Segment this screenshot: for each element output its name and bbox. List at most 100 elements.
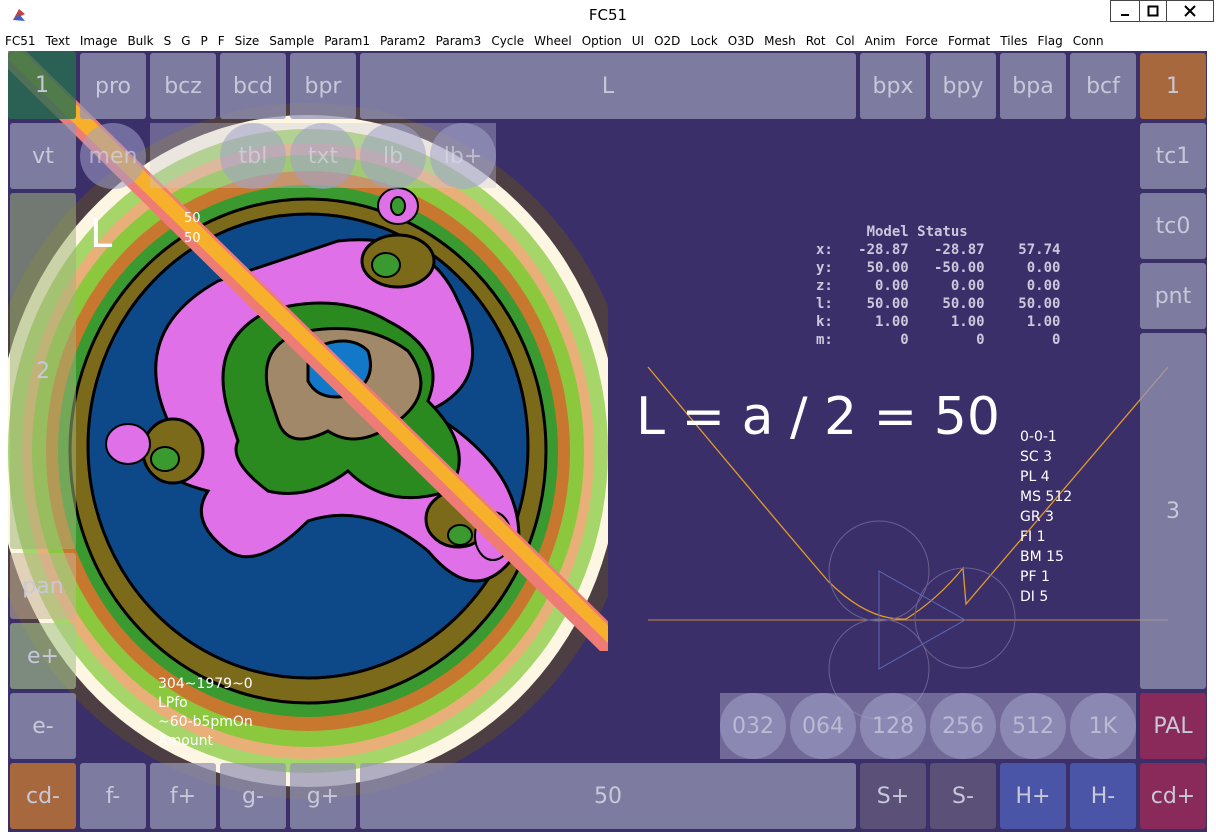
- param-line: BM 15: [1020, 549, 1064, 565]
- menu-item-image[interactable]: Image: [75, 34, 123, 48]
- S-plus-button[interactable]: S+: [860, 763, 926, 829]
- menu-item-p[interactable]: P: [196, 34, 213, 48]
- menu-item-param3[interactable]: Param3: [431, 34, 487, 48]
- menu-item-bulk[interactable]: Bulk: [122, 34, 158, 48]
- param-line: MS 512: [1020, 489, 1073, 505]
- menu-item-text[interactable]: Text: [41, 34, 75, 48]
- menu-item-option[interactable]: Option: [577, 34, 627, 48]
- menu-item-flag[interactable]: Flag: [1033, 34, 1068, 48]
- bpx-button[interactable]: bpx: [860, 53, 926, 119]
- button-2-left[interactable]: 2: [10, 193, 76, 549]
- res-1K-button[interactable]: 1K: [1070, 693, 1136, 759]
- button-1-topleft[interactable]: 1: [8, 51, 76, 119]
- button-label: 1: [35, 72, 49, 98]
- info-line: 304~1979~0: [158, 676, 253, 692]
- bcz-button[interactable]: bcz: [150, 53, 216, 119]
- button-label: H-: [1090, 783, 1116, 809]
- menu-item-param2[interactable]: Param2: [375, 34, 431, 48]
- button-label: tc0: [1155, 213, 1191, 239]
- g-minus-button[interactable]: g-: [220, 763, 286, 829]
- bpa-button[interactable]: bpa: [1000, 53, 1066, 119]
- PAL-button[interactable]: PAL: [1140, 693, 1206, 759]
- button-1-topright[interactable]: 1: [1140, 53, 1206, 119]
- button-label: pro: [95, 73, 131, 99]
- L-slider-button[interactable]: L: [360, 53, 856, 119]
- menu-item-col[interactable]: Col: [831, 34, 860, 48]
- lb-circle-button[interactable]: lb: [360, 123, 426, 189]
- menu-item-g[interactable]: G: [176, 34, 195, 48]
- menu-item-conn[interactable]: Conn: [1068, 34, 1109, 48]
- txt-circle-button[interactable]: txt: [290, 123, 356, 189]
- bpr-button[interactable]: bpr: [290, 53, 356, 119]
- bcf-button[interactable]: bcf: [1070, 53, 1136, 119]
- circle-label: 256: [942, 713, 984, 739]
- tc0-button[interactable]: tc0: [1140, 193, 1206, 259]
- f-minus-button[interactable]: f-: [80, 763, 146, 829]
- main-canvas[interactable]: 1 pro bcz bcd bpr L bpx bpy bpa bcf 1 vt…: [8, 51, 1207, 832]
- pnt-button[interactable]: pnt: [1140, 263, 1206, 329]
- f-plus-button[interactable]: f+: [150, 763, 216, 829]
- H-plus-button[interactable]: H+: [1000, 763, 1066, 829]
- e-minus-button[interactable]: e-: [10, 693, 76, 759]
- menu-item-cycle[interactable]: Cycle: [486, 34, 529, 48]
- res-064-button[interactable]: 064: [790, 693, 856, 759]
- minimize-icon: [1121, 14, 1129, 16]
- menu-item-fc51[interactable]: FC51: [0, 34, 41, 48]
- maximize-button[interactable]: [1139, 0, 1167, 22]
- menu-item-o2d[interactable]: O2D: [649, 34, 685, 48]
- circle-label: 1K: [1088, 713, 1118, 739]
- minimize-button[interactable]: [1110, 0, 1140, 22]
- button-3-right[interactable]: 3: [1140, 333, 1206, 689]
- pan-button[interactable]: pan: [10, 553, 76, 619]
- menu-item-size[interactable]: Size: [230, 34, 265, 48]
- menu-item-sample[interactable]: Sample: [264, 34, 319, 48]
- menu-item-ui[interactable]: UI: [627, 34, 649, 48]
- value-slider[interactable]: 50: [360, 763, 856, 829]
- g-plus-button[interactable]: g+: [290, 763, 356, 829]
- res-128-button[interactable]: 128: [860, 693, 926, 759]
- menu-item-anim[interactable]: Anim: [860, 34, 901, 48]
- menu-item-s[interactable]: S: [159, 34, 177, 48]
- menu-item-o3d[interactable]: O3D: [723, 34, 759, 48]
- menu-item-format[interactable]: Format: [943, 34, 995, 48]
- maximize-icon: [1147, 5, 1159, 17]
- param-line: PL 4: [1020, 469, 1050, 485]
- bpy-button[interactable]: bpy: [930, 53, 996, 119]
- men-circle-button[interactable]: men: [80, 123, 146, 189]
- menu-item-force[interactable]: Force: [900, 34, 942, 48]
- button-label: bcz: [164, 73, 202, 99]
- pro-button[interactable]: pro: [80, 53, 146, 119]
- menu-item-wheel[interactable]: Wheel: [529, 34, 577, 48]
- menu-item-lock[interactable]: Lock: [685, 34, 722, 48]
- menu-item-tiles[interactable]: Tiles: [995, 34, 1032, 48]
- res-256-button[interactable]: 256: [930, 693, 996, 759]
- button-label: cd+: [1150, 783, 1196, 809]
- H-minus-button[interactable]: H-: [1070, 763, 1136, 829]
- e-plus-button[interactable]: e+: [10, 623, 76, 689]
- button-label: bpx: [872, 73, 914, 99]
- menu-item-f[interactable]: F: [213, 34, 230, 48]
- lb-plus-circle-button[interactable]: lb+: [430, 123, 496, 189]
- menu-item-mesh[interactable]: Mesh: [759, 34, 801, 48]
- cd-minus-button[interactable]: cd-: [10, 763, 76, 829]
- button-label: L: [601, 73, 615, 99]
- param-line: SC 3: [1020, 449, 1053, 465]
- res-032-button[interactable]: 032: [720, 693, 786, 759]
- vt-button[interactable]: vt: [10, 123, 76, 189]
- close-button[interactable]: [1166, 0, 1214, 22]
- res-512-button[interactable]: 512: [1000, 693, 1066, 759]
- tc1-button[interactable]: tc1: [1140, 123, 1206, 189]
- params-list: 0-0-1 SC 3 PL 4 MS 512 GR 3 FI 1 BM 15 PF 1 DI 5: [1020, 427, 1072, 607]
- menu-item-rot[interactable]: Rot: [801, 34, 831, 48]
- slider-value: 50: [594, 783, 622, 809]
- menu-item-param1[interactable]: Param1: [319, 34, 375, 48]
- cd-plus-button[interactable]: cd+: [1140, 763, 1206, 829]
- button-label: f-: [105, 783, 121, 809]
- tbl-circle-button[interactable]: tbl: [220, 123, 286, 189]
- param-line: PF 1: [1020, 569, 1050, 585]
- button-label: e+: [27, 643, 59, 669]
- circle-label: lb: [382, 143, 404, 169]
- formula-text: L = a / 2 = 50: [636, 387, 1000, 447]
- bcd-button[interactable]: bcd: [220, 53, 286, 119]
- S-minus-button[interactable]: S-: [930, 763, 996, 829]
